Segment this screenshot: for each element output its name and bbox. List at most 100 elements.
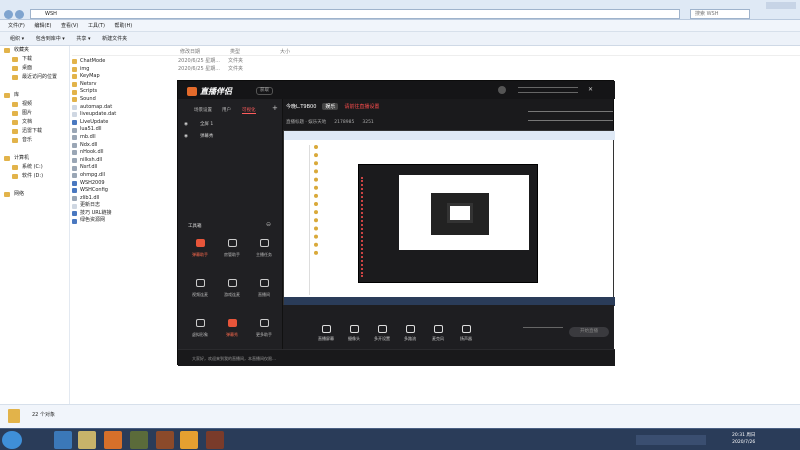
tool-button[interactable]: 更多助手 <box>250 319 278 338</box>
control-button[interactable]: 麦克风 <box>425 325 451 342</box>
control-button[interactable]: 多开设置 <box>369 325 395 342</box>
sidebar-item[interactable]: 系统 (C:) <box>0 163 69 172</box>
column-headers: 修改日期 类型 大小 <box>72 46 800 56</box>
organize-button[interactable]: 组织 ▾ <box>10 32 24 46</box>
tool-button[interactable]: 直播间 <box>250 279 278 298</box>
sidebar-item[interactable]: 迅雷下载 <box>0 127 69 136</box>
visibility-icon[interactable]: ◉ <box>184 134 188 139</box>
search-input[interactable]: 搜索 WSH <box>690 9 750 19</box>
visibility-icon[interactable]: ◉ <box>184 122 188 127</box>
preview-explorer-sidebar <box>288 145 310 295</box>
tool-button[interactable]: 主播任务 <box>250 239 278 258</box>
folder-icon <box>72 82 77 88</box>
file-row[interactable]: img 2020/6/25 星期... 文件夹 <box>72 66 252 74</box>
dll-icon <box>72 135 77 141</box>
column-size[interactable]: 大小 <box>280 48 290 55</box>
tab-visual[interactable]: 可视化 <box>242 107 256 114</box>
sidebar-item[interactable]: 计算机 <box>0 154 69 163</box>
menu-file[interactable]: 文件(F) <box>8 20 25 32</box>
control-button[interactable]: 摄像头 <box>341 325 367 342</box>
navigation-pane: 收藏夹 下载 桌面 最近访问的位置库视频 图片 文档 迅雷下载 音乐计算机 系统 (C:) 软件 … <box>0 46 70 406</box>
game-icon-2[interactable] <box>206 431 224 449</box>
dll-icon <box>72 165 77 171</box>
game-icon[interactable] <box>156 431 174 449</box>
tool-button[interactable]: 游戏连麦 <box>218 279 246 298</box>
close-icon[interactable]: ✕ <box>588 86 593 93</box>
tool-button[interactable]: 房管助手 <box>218 239 246 258</box>
tool-button[interactable]: 弹幕助手 <box>186 239 214 258</box>
menu-view[interactable]: 查看(V) <box>61 20 78 32</box>
sidebar-item-label: 网络 <box>14 191 25 197</box>
column-date[interactable]: 修改日期 <box>180 48 200 55</box>
header-action-icons[interactable] <box>528 111 613 121</box>
tool-label: 主播任务 <box>256 252 272 257</box>
sidebar-item-icon <box>4 156 10 161</box>
sidebar-item[interactable]: 收藏夹 <box>0 46 69 55</box>
live-companion-icon[interactable] <box>180 431 198 449</box>
control-button[interactable]: 直播屏幕 <box>313 325 339 342</box>
menu-tools[interactable]: 工具(T) <box>88 20 105 32</box>
category-badge[interactable]: 娱乐 <box>322 103 339 110</box>
sidebar-item[interactable]: 软件 (D:) <box>0 172 69 181</box>
sidebar-item[interactable]: 桌面 <box>0 64 69 73</box>
explorer-taskbar-icon[interactable] <box>78 431 96 449</box>
sidebar-item[interactable]: 音乐 <box>0 136 69 145</box>
settings-icons[interactable] <box>523 327 563 335</box>
new-folder-button[interactable]: 新建文件夹 <box>102 32 127 46</box>
user-avatar[interactable] <box>498 86 506 94</box>
media-player-icon[interactable] <box>104 431 122 449</box>
menu-edit[interactable]: 编辑(E) <box>34 20 51 32</box>
start-button[interactable] <box>2 431 22 449</box>
sidebar-item[interactable]: 视频 <box>0 100 69 109</box>
share-button[interactable]: 共享 ▾ <box>76 32 90 46</box>
sidebar-item[interactable]: 库 <box>0 91 69 100</box>
sidebar-item[interactable]: 最近访问的位置 <box>0 73 69 82</box>
tool-icon <box>227 279 237 287</box>
column-type[interactable]: 类型 <box>230 48 240 55</box>
version-badge[interactable]: 获取 <box>256 87 273 95</box>
sidebar-item[interactable]: 图片 <box>0 109 69 118</box>
sidebar-item[interactable]: 下载 <box>0 55 69 64</box>
control-button[interactable]: 多路流 <box>397 325 423 342</box>
sidebar-item-label: 软件 (D:) <box>22 173 44 179</box>
tray-icons[interactable] <box>636 435 706 445</box>
tab-user[interactable]: 用户 <box>222 107 231 113</box>
tool-button[interactable]: 视频连麦 <box>186 279 214 298</box>
status-bar: 22 个对象 <box>0 404 800 428</box>
sidebar-item[interactable]: 文档 <box>0 118 69 127</box>
file-icon <box>72 104 77 110</box>
file-row[interactable]: ChatMode 2020/6/25 星期... 文件夹 <box>72 58 252 66</box>
sidebar-item[interactable]: 网络 <box>0 190 69 199</box>
app-icon <box>72 211 77 217</box>
clock[interactable]: 20:31 周日 2020/7/26 <box>732 432 755 446</box>
tool-button[interactable]: 虚拟形象 <box>186 319 214 338</box>
preview-nested-tools <box>361 177 395 277</box>
window-tool-icons[interactable] <box>518 87 578 93</box>
tab-scene[interactable]: 场景设置 <box>194 107 212 113</box>
control-button[interactable]: 扬声器 <box>453 325 479 342</box>
file-name: nilksh.dll <box>80 156 103 163</box>
address-bar[interactable]: WSH <box>30 9 680 19</box>
tool-icon <box>195 279 205 287</box>
add-scene-icon[interactable]: + <box>272 104 278 112</box>
stream-preview[interactable] <box>283 130 615 306</box>
window-controls[interactable] <box>766 2 796 9</box>
app-icon[interactable] <box>130 431 148 449</box>
forward-icon[interactable] <box>15 10 24 19</box>
scene-row[interactable]: ◉ 弹幕秀 <box>184 133 213 140</box>
ie-icon[interactable] <box>54 431 72 449</box>
scene-row[interactable]: ◉ 全屏 1 <box>184 121 213 128</box>
control-label: 摄像头 <box>348 336 360 341</box>
menu-help[interactable]: 帮助(H) <box>115 20 133 32</box>
file-name: Netsrv <box>80 80 97 87</box>
control-label: 麦克风 <box>432 336 444 341</box>
include-library-button[interactable]: 包含到库中 ▾ <box>36 32 65 46</box>
back-icon[interactable] <box>4 10 13 19</box>
control-label: 多路流 <box>404 336 416 341</box>
tool-button[interactable]: 弹幕秀 <box>218 319 246 338</box>
preview-file-list <box>314 145 328 255</box>
tools-collapse-icon[interactable]: ⊖ <box>266 221 271 228</box>
start-live-button[interactable]: 开始直播 <box>569 327 609 337</box>
control-icon <box>349 325 359 333</box>
folder-icon <box>72 89 77 95</box>
